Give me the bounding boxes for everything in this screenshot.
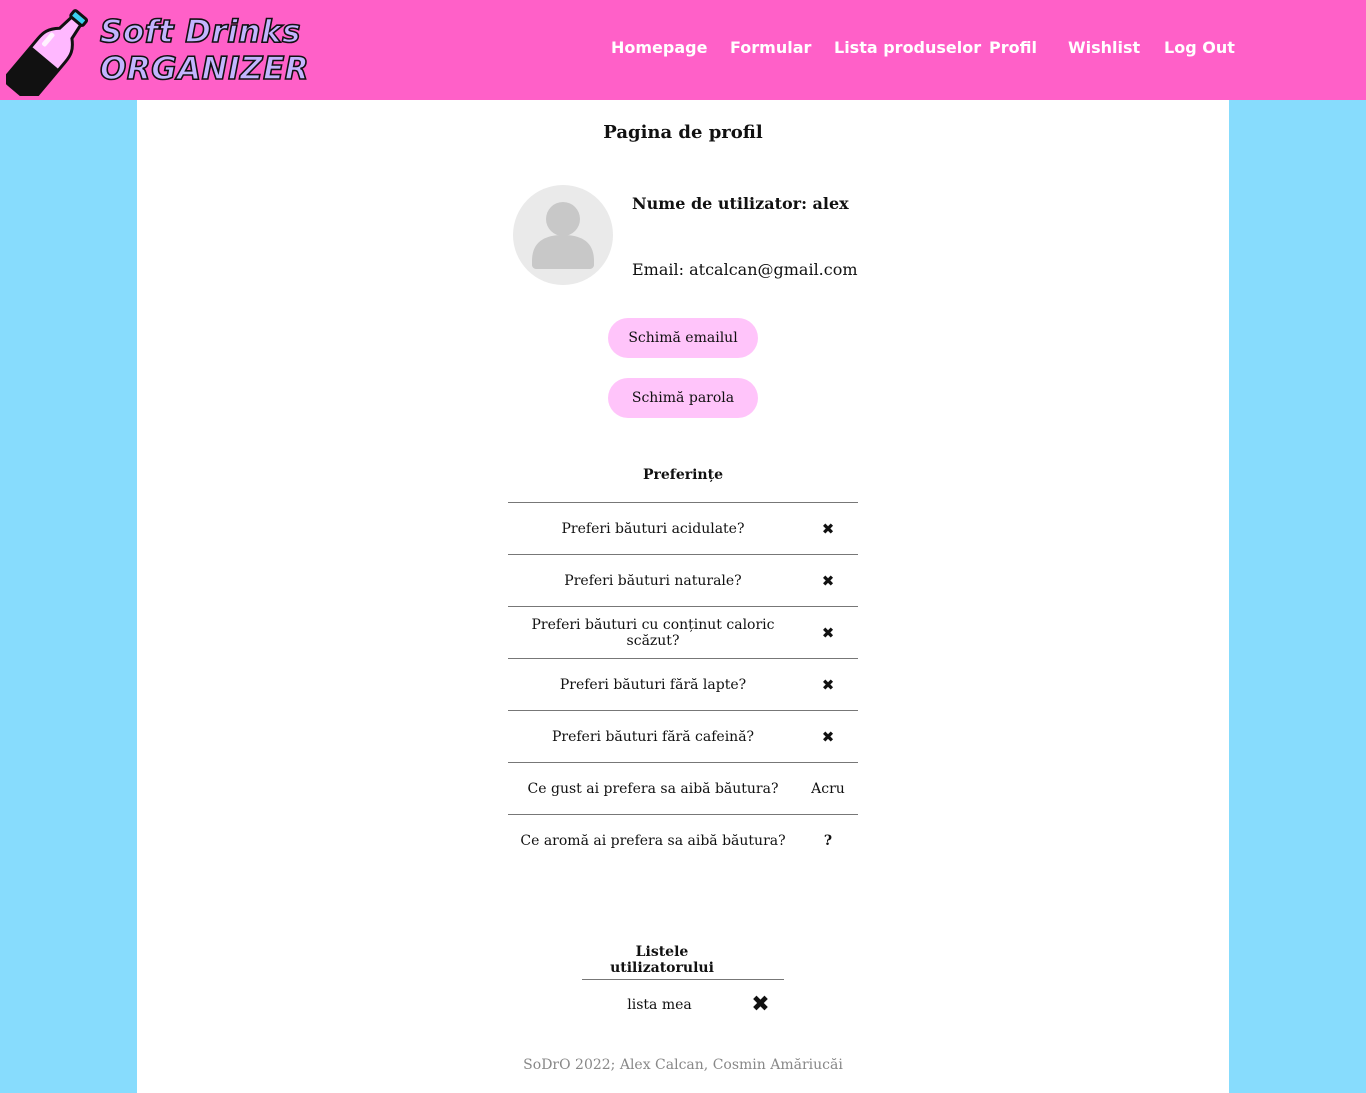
table-row: Preferi băuturi fără lapte? ✖ [508,658,858,711]
no-icon: ✖ [798,658,858,711]
table-row: Preferi băuturi acidulate? ✖ [508,502,858,555]
nav-profil[interactable]: Profil [989,38,1037,57]
page-title: Pagina de profil [603,122,763,143]
table-row: Ce aromă ai prefera sa aibă băutura? ? [508,814,858,867]
table-row: Preferi băuturi cu conținut caloric scăz… [508,606,858,659]
user-placeholder-icon [532,202,594,269]
table-row: Preferi băuturi fără cafeină? ✖ [508,710,858,763]
footer: SoDrO 2022; Alex Calcan, Cosmin Amăriucă… [523,1057,843,1073]
preferences-title: Preferințe [643,467,723,483]
no-icon: ✖ [798,606,858,659]
preference-question: Preferi băuturi acidulate? [508,502,798,555]
user-lists-table: lista mea ✖ [582,979,784,1030]
change-password-button[interactable]: Schimă parola [608,378,758,418]
username: Nume de utilizator: alex [632,194,849,213]
no-icon: ✖ [798,710,858,763]
email: Email: atcalcan@gmail.com [632,260,858,279]
list-item: lista mea ✖ [582,979,784,1030]
no-icon: ✖ [798,502,858,555]
preference-answer: Acru [798,762,858,815]
no-icon: ✖ [798,554,858,607]
nav-formular[interactable]: Formular [730,38,811,57]
main-content: Pagina de profil Nume de utilizator: ale… [137,100,1229,1093]
list-name[interactable]: lista mea [582,979,737,1030]
avatar [513,185,613,285]
preferences-table: Preferi băuturi acidulate? ✖ Preferi bău… [508,502,858,867]
preference-question: Preferi băuturi fără cafeină? [508,710,798,763]
main-nav: Homepage Formular Lista produselor Profi… [0,38,1366,62]
nav-log-out[interactable]: Log Out [1164,38,1235,57]
delete-list-icon[interactable]: ✖ [737,979,784,1030]
preference-question: Ce gust ai prefera sa aibă băutura? [508,762,798,815]
table-row: Ce gust ai prefera sa aibă băutura? Acru [508,762,858,815]
table-row: Preferi băuturi naturale? ✖ [508,554,858,607]
nav-wishlist[interactable]: Wishlist [1068,38,1140,57]
change-email-button[interactable]: Schimă emailul [608,318,758,358]
site-header: Soft Drinks ORGANIZER Homepage Formular … [0,0,1366,100]
user-lists-title: Listele utilizatorului [610,944,714,976]
nav-lista-produselor[interactable]: Lista produselor [834,38,981,57]
preference-answer: ? [798,814,858,867]
preference-question: Preferi băuturi cu conținut caloric scăz… [508,606,798,659]
nav-homepage[interactable]: Homepage [611,38,707,57]
preference-question: Ce aromă ai prefera sa aibă băutura? [508,814,798,867]
preference-question: Preferi băuturi fără lapte? [508,658,798,711]
preference-question: Preferi băuturi naturale? [508,554,798,607]
